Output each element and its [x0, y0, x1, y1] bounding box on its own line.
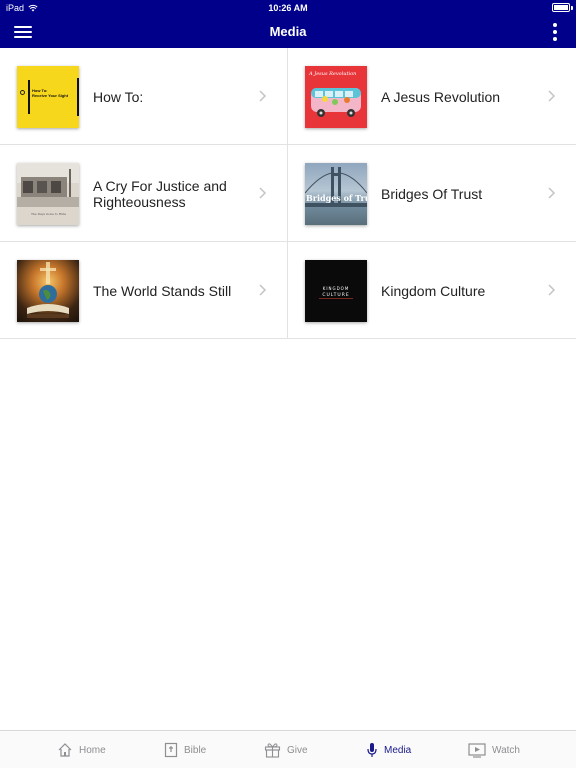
tab-media[interactable]: Media	[366, 731, 411, 768]
bible-icon	[164, 742, 178, 758]
how-to-thumbnail: How To: Receive Your Sight	[17, 66, 79, 128]
tab-label: Bible	[184, 744, 207, 756]
page-title: Media	[269, 24, 307, 39]
media-item-jesus-revolution[interactable]: A Jesus Revolution A Jesus Revolution	[288, 48, 576, 145]
tab-watch[interactable]: Watch	[468, 731, 520, 768]
chevron-right-icon	[259, 90, 267, 102]
media-row: The Days Gone to Hide A Cry For Justice …	[0, 145, 576, 242]
chevron-right-icon	[259, 187, 267, 199]
navigation-bar: Media	[0, 16, 576, 48]
svg-text:KINGDOM: KINGDOM	[323, 286, 350, 291]
media-item-label: A Jesus Revolution	[381, 88, 501, 105]
tab-label: Media	[384, 744, 412, 756]
microphone-icon	[367, 743, 377, 757]
tab-label: Give	[287, 744, 308, 756]
gift-icon	[264, 743, 281, 758]
chevron-right-icon	[548, 284, 556, 296]
world-stands-still-thumbnail	[17, 260, 79, 322]
media-item-how-to[interactable]: How To: Receive Your Sight How To:	[0, 48, 288, 145]
tab-give[interactable]: Give	[264, 731, 308, 768]
media-item-label: The World Stands Still	[93, 282, 232, 299]
play-icon	[468, 743, 486, 758]
battery-icon	[552, 3, 570, 12]
tab-home[interactable]: Home	[57, 731, 106, 768]
media-grid: How To: Receive Your Sight How To: A Jesu…	[0, 48, 576, 339]
jesus-revolution-thumbnail: A Jesus Revolution	[305, 66, 367, 128]
status-bar: iPad 10:26 AM	[0, 0, 576, 16]
chevron-right-icon	[548, 187, 556, 199]
svg-text:The Days Gone to Hide: The Days Gone to Hide	[31, 212, 66, 216]
chevron-right-icon	[259, 284, 267, 296]
media-row: The World Stands Still KINGDOM CULTURE K…	[0, 242, 576, 339]
status-time: 10:26 AM	[268, 3, 308, 13]
tab-label: Watch	[492, 744, 520, 756]
tab-label: Home	[79, 744, 106, 756]
chevron-right-icon	[548, 90, 556, 102]
tab-bible[interactable]: Bible	[164, 731, 206, 768]
media-row: How To: Receive Your Sight How To: A Jesu…	[0, 48, 576, 145]
kingdom-culture-thumbnail: KINGDOM CULTURE	[305, 260, 367, 322]
battery-cap	[571, 6, 573, 10]
more-options-icon[interactable]	[552, 23, 558, 41]
media-item-label: A Cry For Justice and Righteousness	[93, 177, 227, 210]
tab-bar: Home Bible Give Media Watch	[0, 730, 576, 768]
media-item-label: How To:	[93, 88, 144, 105]
media-item-bridges-of-trust[interactable]: Bridges of Trus Bridges Of Trust	[288, 145, 576, 242]
svg-text:CULTURE: CULTURE	[322, 292, 349, 298]
media-item-cry-for-justice[interactable]: The Days Gone to Hide A Cry For Justice …	[0, 145, 288, 242]
media-item-world-stands-still[interactable]: The World Stands Still	[0, 242, 288, 339]
media-item-label: Bridges Of Trust	[381, 185, 483, 202]
media-item-kingdom-culture[interactable]: KINGDOM CULTURE Kingdom Culture	[288, 242, 576, 339]
home-icon	[58, 743, 72, 757]
media-item-label: Kingdom Culture	[381, 282, 486, 299]
svg-text:Bridges of Trus: Bridges of Trus	[306, 193, 367, 203]
cry-for-justice-thumbnail: The Days Gone to Hide	[17, 163, 79, 225]
svg-text:A Jesus Revolution: A Jesus Revolution	[308, 71, 356, 77]
bridges-of-trust-thumbnail: Bridges of Trus	[305, 163, 367, 225]
